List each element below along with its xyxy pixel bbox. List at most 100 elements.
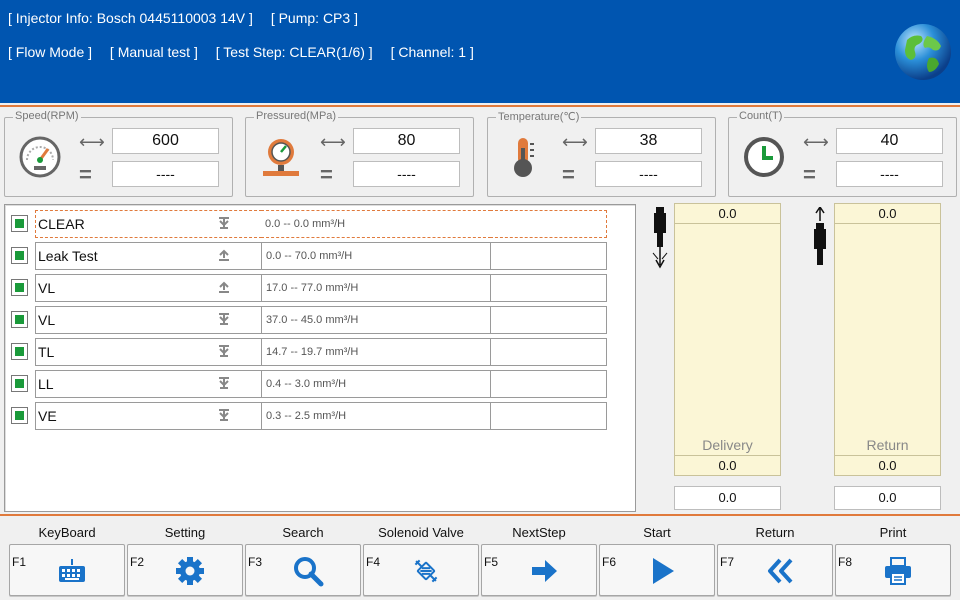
thermometer-icon [514, 138, 534, 177]
nextstep-key: NextStep F5 [481, 520, 597, 598]
speedometer-icon [19, 136, 61, 178]
step-row-vl[interactable]: VL 17.0 -- 77.0 mm³/H [9, 274, 607, 302]
step-row-vl-2[interactable]: VL 37.0 -- 45.0 mm³/H [9, 306, 607, 334]
direction-down-icon [219, 377, 229, 389]
step-result [490, 242, 607, 270]
injector-delivery-icon [652, 207, 668, 269]
nextstep-button[interactable]: F5 [481, 544, 597, 596]
temperature-label: Temperature(℃) [496, 110, 582, 123]
direction-up-icon [219, 281, 229, 293]
info-header: [ Injector Info: Bosch 0445110003 14V ] … [0, 0, 960, 103]
f7-label: F7 [720, 555, 735, 569]
step-checkbox[interactable] [11, 247, 28, 264]
step-checkbox[interactable] [11, 215, 28, 232]
direction-down-icon [219, 217, 229, 229]
setting-button[interactable]: F2 [127, 544, 243, 596]
return-key: Return F7 [717, 520, 833, 598]
direction-up-icon [219, 249, 229, 261]
step-range: 0.0 -- 70.0 mm³/H [261, 242, 491, 270]
delivery-label: Delivery [702, 437, 753, 453]
delivery-top-value: 0.0 [675, 204, 780, 224]
return-bottom-value: 0.0 [835, 455, 940, 475]
gear-icon [176, 557, 204, 585]
search-icon [294, 557, 324, 587]
step-checkbox[interactable] [11, 311, 28, 328]
step-result [490, 370, 607, 398]
set-arrow-icon: ⟷ [562, 132, 588, 152]
return-label: Return [866, 437, 909, 453]
injector-return-icon [814, 207, 826, 265]
pressure-panel: Pressured(MPa) ⟷ = 80 ---- [245, 110, 474, 197]
globe-icon[interactable] [893, 22, 953, 82]
pump-info: [ Pump: CP3 ] [270, 10, 358, 26]
step-checkbox[interactable] [11, 343, 28, 360]
count-set-value[interactable]: 40 [836, 128, 943, 154]
start-key: Start F6 [599, 520, 715, 598]
test-mode-info: [ Manual test ] [109, 44, 198, 60]
print-button[interactable]: F8 [835, 544, 951, 596]
test-step-info: [ Test Step: CLEAR(1/6) ] [215, 44, 373, 60]
step-range: 17.0 -- 77.0 mm³/H [261, 274, 491, 302]
f4-label: F4 [366, 555, 381, 569]
step-result [490, 338, 607, 366]
setting-title: Setting [164, 525, 206, 540]
temperature-panel: Temperature(℃) ⟷ = 38 ---- [487, 110, 716, 197]
step-result [490, 210, 607, 238]
play-icon [653, 558, 674, 584]
direction-down-icon [219, 409, 229, 421]
search-key: Search F3 [245, 520, 361, 598]
step-row-ve[interactable]: VE 0.3 -- 2.5 mm³/H [9, 402, 607, 430]
step-row-clear[interactable]: CLEAR 0.0 -- 0.0 mm³/H [9, 210, 607, 238]
actual-equals-icon: = [320, 162, 333, 187]
solenoid-valve-button[interactable]: F4 [363, 544, 479, 596]
step-result [490, 402, 607, 430]
keyboard-icon [59, 559, 85, 582]
step-range: 37.0 -- 45.0 mm³/H [261, 306, 491, 334]
search-button[interactable]: F3 [245, 544, 361, 596]
delivery-meter: 0.0 Delivery 0.0 [674, 203, 781, 476]
step-checkbox[interactable] [11, 375, 28, 392]
f3-label: F3 [248, 555, 263, 569]
keyboard-button[interactable]: F1 [9, 544, 125, 596]
set-arrow-icon: ⟷ [320, 132, 346, 152]
return-meter: 0.0 Return 0.0 [834, 203, 941, 476]
f8-label: F8 [838, 555, 853, 569]
set-arrow-icon: ⟷ [79, 132, 105, 152]
speed-label: Speed(RPM) [13, 110, 81, 122]
injector-info: [ Injector Info: Bosch 0445110003 14V ] [8, 10, 253, 26]
return-title: Return [755, 525, 795, 540]
step-row-tl[interactable]: TL 14.7 -- 19.7 mm³/H [9, 338, 607, 366]
speed-actual-value: ---- [112, 161, 219, 187]
pressure-actual-value: ---- [353, 161, 460, 187]
pressure-set-value[interactable]: 80 [353, 128, 460, 154]
footer-divider [0, 514, 960, 516]
start-title: Start [643, 525, 671, 540]
f1-label: F1 [12, 555, 27, 569]
f2-label: F2 [130, 555, 145, 569]
start-button[interactable]: F6 [599, 544, 715, 596]
return-button[interactable]: F7 [717, 544, 833, 596]
count-label: Count(T) [737, 110, 785, 122]
step-row-leak-test[interactable]: Leak Test 0.0 -- 70.0 mm³/H [9, 242, 607, 270]
flow-mode-info: [ Flow Mode ] [8, 44, 93, 60]
mode-info-line: [ Flow Mode ] [ Manual test ] [ Test Ste… [8, 44, 488, 60]
step-row-ll[interactable]: LL 0.4 -- 3.0 mm³/H [9, 370, 607, 398]
double-chevron-left-icon [768, 558, 793, 584]
solenoid-valve-title: Solenoid Valve [378, 525, 464, 540]
step-checkbox[interactable] [11, 279, 28, 296]
set-arrow-icon: ⟷ [803, 132, 829, 152]
count-actual-value: ---- [836, 161, 943, 187]
temperature-set-value[interactable]: 38 [595, 128, 702, 154]
pressure-label: Pressured(MPa) [254, 110, 339, 122]
print-key: Print F8 [835, 520, 951, 598]
step-result [490, 274, 607, 302]
actual-equals-icon: = [79, 162, 92, 187]
test-step-list: CLEAR 0.0 -- 0.0 mm³/H Leak Test 0.0 -- … [4, 204, 636, 512]
step-checkbox[interactable] [11, 407, 28, 424]
temperature-actual-value: ---- [595, 161, 702, 187]
speed-set-value[interactable]: 600 [112, 128, 219, 154]
header-divider [0, 105, 960, 107]
print-title: Print [879, 525, 907, 540]
actual-equals-icon: = [803, 162, 816, 187]
injector-info-line: [ Injector Info: Bosch 0445110003 14V ] … [8, 10, 372, 26]
